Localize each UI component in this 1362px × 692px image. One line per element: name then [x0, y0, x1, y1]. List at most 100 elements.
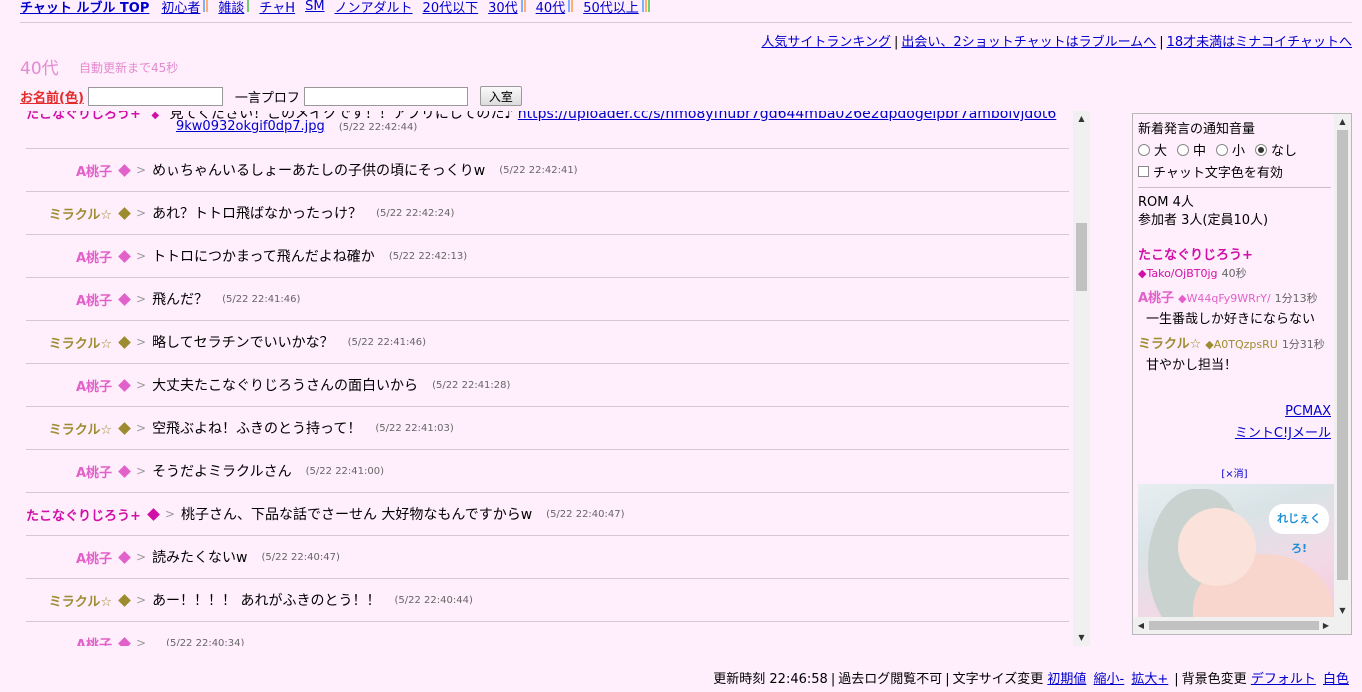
chat-scrollbar[interactable]: ▲ ▼	[1073, 111, 1090, 646]
member-name: たこなぐりじろう+	[1138, 248, 1253, 263]
name-input[interactable]	[87, 86, 223, 106]
message-text: あー！！！！ あれがふきのとう！！	[152, 593, 381, 609]
message-text: 空飛ぶよね！ふきのとう持って！	[152, 421, 362, 437]
radio-label: なし	[1271, 144, 1298, 159]
message-text: あれ？トトロ飛ばなかったっけ？	[152, 206, 363, 222]
bg-default-link[interactable]: デフォルト	[1251, 672, 1316, 687]
loveroom-link[interactable]: 出会い、2ショットチャットはラブルームへ	[901, 35, 1156, 50]
chevron-right-icon: >	[164, 507, 175, 521]
profile-input[interactable]	[303, 86, 468, 106]
side-hscroll-thumb[interactable]	[1149, 621, 1319, 630]
nav-50s[interactable]: 50代以上	[583, 0, 639, 16]
radio-loud[interactable]	[1138, 143, 1150, 156]
scroll-thumb[interactable]	[1076, 223, 1087, 291]
rom-count: ROM 4人	[1138, 195, 1194, 210]
bg-white-link[interactable]: 白色	[1323, 672, 1349, 687]
nav-chat[interactable]: 雑談	[218, 0, 244, 16]
chat-message: たこなぐりじろう+ > 桃子さん、下品な話でさーせん 大好物なもんですからw (5/2…	[26, 493, 1069, 536]
scroll-right-arrow-icon[interactable]: ▶	[1318, 617, 1334, 634]
scroll-left-arrow-icon[interactable]: ◀	[1133, 617, 1149, 634]
font-size-larger[interactable]: 拡大+	[1131, 672, 1168, 687]
nav-beginner[interactable]: 初心者	[161, 0, 200, 16]
upload-link[interactable]: https://uploader.cc/s/hmo8yfhubr7gd644mb…	[518, 111, 1057, 122]
minacoi-link[interactable]: 18才未満はミナコイチャットへ	[1167, 35, 1352, 50]
message-name: ミラクル☆	[48, 336, 112, 352]
message-text: 読みたくないw	[152, 550, 248, 566]
side-hscrollbar[interactable]: ◀ ▶	[1133, 617, 1351, 634]
entry-form: お名前(色) 一言プロフ 入室	[20, 86, 522, 106]
side-divider	[1138, 187, 1331, 188]
diamond-icon	[118, 206, 131, 220]
radio-label: 中	[1193, 144, 1207, 159]
ad-logo: れじぇくろ!	[1269, 504, 1329, 555]
diamond-icon	[118, 335, 131, 349]
message-name: A桃子	[75, 293, 112, 309]
enter-room-button[interactable]: 入室	[479, 86, 522, 106]
nav-nonadult[interactable]: ノンアダルト	[335, 0, 413, 16]
nav-20s[interactable]: 20代以下	[423, 0, 479, 16]
scroll-up-arrow-icon[interactable]: ▲	[1073, 111, 1090, 127]
side-scroll-thumb[interactable]	[1337, 130, 1348, 580]
ad-banner-image[interactable]: れじぇくろ!	[1138, 484, 1335, 634]
bg-color-label: 背景色変更	[1181, 672, 1247, 687]
text-color-toggle[interactable]: チャット文字色を有効	[1138, 162, 1331, 181]
message-text: 桃子さん、下品な話でさーせん 大好物なもんですからw	[180, 507, 533, 523]
member-entry: A桃子 ◆W44qFy9WRrY/ 1分13秒	[1138, 287, 1331, 306]
update-time: 更新時刻 22:46:58	[713, 672, 828, 687]
message-name: A桃子	[75, 637, 112, 647]
ranking-link[interactable]: 人気サイトランキング	[761, 35, 891, 50]
nav-30s[interactable]: 30代	[488, 0, 518, 16]
nav-bars-icon	[246, 0, 250, 12]
message-name: ミラクル☆	[48, 207, 112, 223]
chat-message: ミラクル☆ > あれ？トトロ飛ばなかったっけ？ (5/22 22:42:24)	[26, 192, 1069, 235]
chat-message: A桃子 > 飛んだ？ (5/22 22:41:46)	[26, 278, 1069, 321]
member-id: ◆W44qFy9WRrY/	[1178, 292, 1271, 305]
chat-message-partial: たこなぐりじろう+ ◆ 見てください！このメイクです！！アプリにしてのた♪ ht…	[26, 111, 1069, 149]
chevron-right-icon: >	[136, 593, 147, 607]
diamond-icon	[118, 464, 131, 478]
member-id: ◆A0TQzpsRU	[1205, 338, 1278, 351]
radio-label: 大	[1154, 144, 1168, 159]
chat-message: A桃子 > (5/22 22:40:34)	[26, 622, 1069, 646]
message-time: (5/22 22:41:28)	[432, 379, 511, 391]
text-color-checkbox[interactable]	[1138, 166, 1149, 177]
radio-none[interactable]	[1255, 143, 1268, 156]
sound-label: 新着発言の通知音量	[1138, 122, 1256, 137]
message-time: (5/22 22:41:46)	[222, 293, 301, 305]
message-text: 大丈夫たこなぐりじろうさんの面白いから	[152, 378, 419, 394]
font-size-default[interactable]: 初期値	[1047, 672, 1086, 687]
side-links: PCMAX ミントC!Jメール	[1138, 401, 1331, 445]
chevron-right-icon: >	[136, 378, 147, 392]
nav-chah[interactable]: チャH	[259, 0, 295, 16]
chat-log: たこなぐりじろう+ ◆ 見てください！このメイクです！！アプリにしてのた♪ ht…	[20, 111, 1090, 646]
diamond-icon	[118, 636, 131, 646]
chat-message: ミラクル☆ > 略してセラチンでいいかな？ (5/22 22:41:46)	[26, 321, 1069, 364]
message-time: (5/22 22:40:44)	[394, 594, 473, 606]
scroll-down-arrow-icon[interactable]: ▼	[1073, 630, 1090, 646]
upload-link-cont[interactable]: 9kw0932okgif0dp7.jpg	[176, 119, 325, 134]
brand-top-link[interactable]: チャット ルブル TOP	[20, 0, 149, 16]
font-size-label: 文字サイズ変更	[952, 672, 1044, 687]
nav-sm[interactable]: SM	[305, 0, 324, 14]
radio-medium[interactable]	[1177, 143, 1190, 156]
font-size-smaller[interactable]: 縮小-	[1094, 672, 1125, 687]
ad-close-link[interactable]: [×消]	[1138, 465, 1331, 480]
name-label[interactable]: お名前(色)	[20, 87, 84, 106]
member-comment: 甘やかし担当！	[1146, 358, 1238, 373]
member-comment: 一生番哉しか好きにならない	[1146, 312, 1316, 327]
chat-message: A桃子 > そうだよミラクルさん (5/22 22:41:00)	[26, 450, 1069, 493]
radio-small[interactable]	[1216, 143, 1229, 156]
nav-bars-icon	[641, 0, 650, 12]
scroll-up-arrow-icon[interactable]: ▲	[1334, 114, 1351, 130]
mint-link[interactable]: ミントC!Jメール	[1235, 426, 1331, 441]
nav-40s[interactable]: 40代	[536, 0, 566, 16]
pcmax-link[interactable]: PCMAX	[1285, 404, 1331, 419]
message-text: そうだよミラクルさん	[152, 464, 292, 480]
message-text: トトロにつかまって飛んだよね確か	[152, 249, 375, 265]
message-time: (5/22 22:42:13)	[388, 250, 468, 262]
diamond-icon: ◆	[151, 111, 160, 121]
side-scrollbar[interactable]: ▲ ▼	[1334, 114, 1351, 619]
member-name: ミラクル☆	[1138, 337, 1202, 352]
diamond-icon	[118, 421, 131, 435]
chevron-right-icon: >	[136, 421, 147, 435]
